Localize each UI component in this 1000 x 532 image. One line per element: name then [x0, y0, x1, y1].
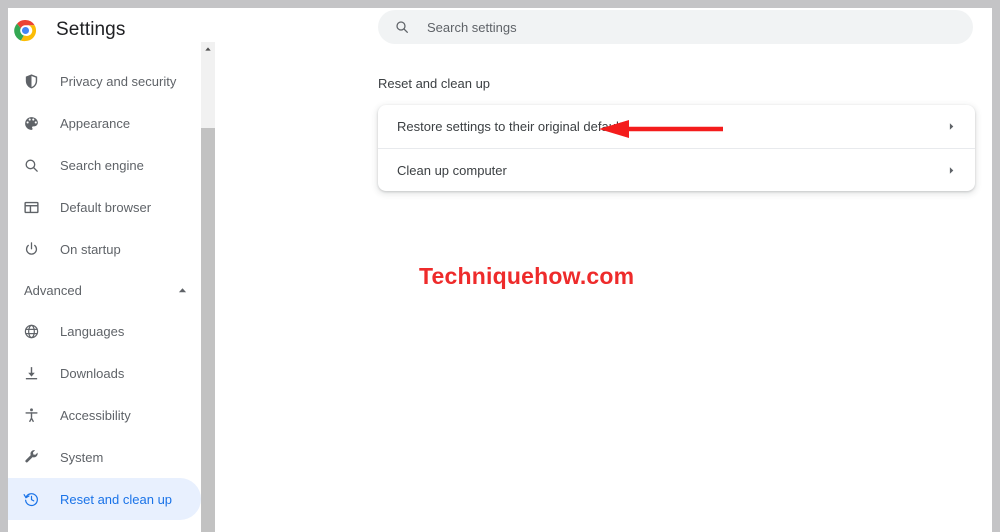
sidebar-nav: Privacy and security Appearance Search e…: [8, 60, 201, 520]
sidebar-section-advanced[interactable]: Advanced: [8, 270, 201, 310]
search-input[interactable]: Search settings: [427, 20, 517, 35]
row-clean-up-computer[interactable]: Clean up computer: [378, 148, 975, 191]
row-restore-settings-to-defaults[interactable]: Restore settings to their original defau…: [378, 105, 975, 148]
chrome-logo-icon: [14, 19, 37, 42]
accessibility-icon: [22, 406, 40, 424]
sidebar-item-on-startup[interactable]: On startup: [8, 228, 201, 270]
chevron-right-icon: [945, 121, 957, 133]
settings-page: Settings Privacy and security Appearance…: [8, 8, 992, 532]
watermark-text: Techniquehow.com: [419, 263, 635, 289]
sidebar-item-label: Languages: [60, 323, 125, 339]
sidebar-item-label: Privacy and security: [60, 73, 177, 89]
row-label: Clean up computer: [397, 162, 507, 178]
sidebar-item-label: Reset and clean up: [60, 491, 173, 507]
sidebar-item-label: On startup: [60, 241, 121, 257]
sidebar-brand: Settings: [14, 10, 125, 50]
row-label: Restore settings to their original defau…: [397, 119, 629, 134]
sidebar-scrollbar[interactable]: [201, 8, 215, 532]
sidebar-item-downloads[interactable]: Downloads: [8, 352, 201, 394]
power-icon: [22, 240, 40, 258]
browser-window-icon: [22, 198, 40, 216]
sidebar-item-label: Search engine: [60, 157, 144, 173]
sidebar-item-appearance[interactable]: Appearance: [8, 102, 201, 144]
sidebar-item-label: Default browser: [60, 199, 152, 215]
sidebar-item-reset-and-clean-up[interactable]: Reset and clean up: [8, 478, 201, 520]
sidebar-section-label: Advanced: [24, 282, 82, 298]
palette-icon: [22, 114, 40, 132]
sidebar: Settings Privacy and security Appearance…: [8, 8, 201, 532]
scrollbar-top-gap: [201, 8, 215, 42]
restore-clock-icon: [22, 490, 40, 508]
sidebar-item-label: Downloads: [60, 365, 125, 381]
sidebar-item-label: Appearance: [60, 115, 131, 131]
chevron-right-icon: [945, 164, 957, 176]
sidebar-item-search-engine[interactable]: Search engine: [8, 144, 201, 186]
scrollbar-thumb[interactable]: [201, 128, 215, 532]
shield-icon: [22, 72, 40, 90]
section-heading: Reset and clean up: [378, 76, 491, 91]
window-frame: Settings Privacy and security Appearance…: [0, 0, 1000, 532]
download-icon: [22, 364, 40, 382]
sidebar-item-default-browser[interactable]: Default browser: [8, 186, 201, 228]
page-title: Settings: [56, 19, 126, 40]
sidebar-item-languages[interactable]: Languages: [8, 310, 201, 352]
sidebar-item-label: Accessibility: [60, 407, 131, 423]
main-content: Search settings Reset and clean up Resto…: [215, 8, 992, 532]
globe-icon: [22, 322, 40, 340]
search-settings-bar[interactable]: Search settings: [378, 10, 973, 44]
search-icon: [22, 156, 40, 174]
search-icon: [393, 19, 410, 36]
sidebar-item-privacy-and-security[interactable]: Privacy and security: [8, 60, 201, 102]
reset-and-clean-up-card: Restore settings to their original defau…: [378, 105, 975, 191]
sidebar-item-system[interactable]: System: [8, 436, 201, 478]
sidebar-item-label: System: [60, 449, 104, 465]
sidebar-item-accessibility[interactable]: Accessibility: [8, 394, 201, 436]
chevron-up-icon: [177, 285, 187, 295]
scroll-up-arrow-icon[interactable]: [201, 42, 215, 55]
wrench-icon: [22, 448, 40, 466]
